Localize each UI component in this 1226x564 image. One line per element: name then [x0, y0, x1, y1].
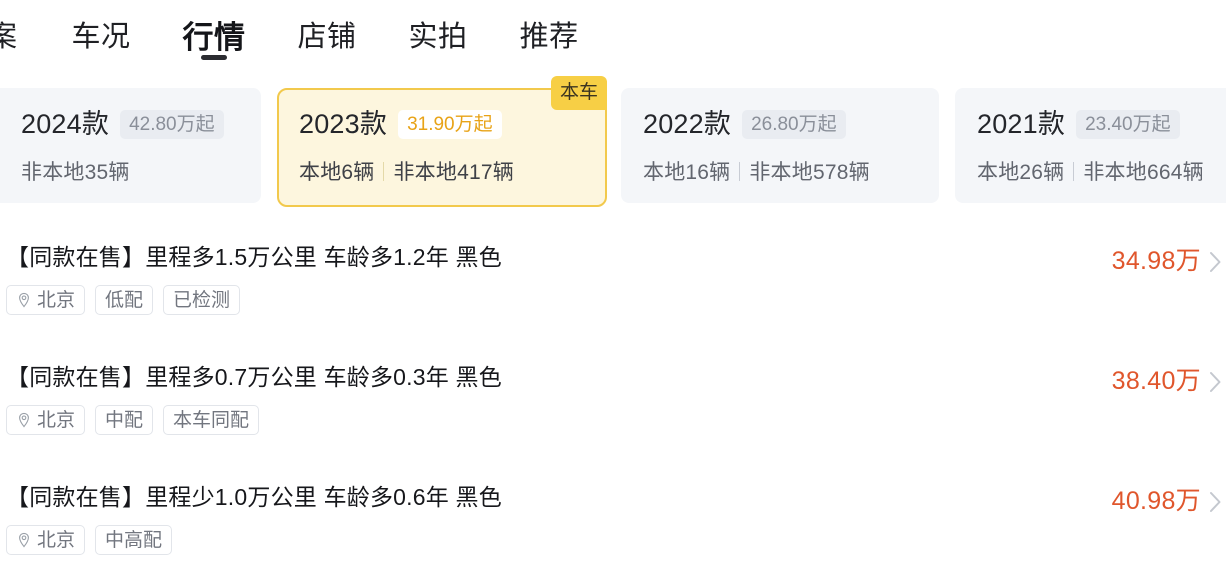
list-item[interactable]: 【同款在售】里程多1.5万公里 车龄多1.2年 黑色 北京 低配 已检测 34.… — [0, 232, 1226, 352]
tag-label: 已检测 — [173, 289, 231, 311]
listing-tags: 北京 低配 已检测 — [6, 285, 502, 315]
listing-price-area[interactable]: 40.98万 — [1112, 489, 1222, 514]
tag-label: 北京 — [37, 529, 76, 551]
year-card-header: 2022款 26.80万起 — [643, 110, 939, 139]
tag-label: 北京 — [37, 409, 76, 431]
nonlocal-count: 非本地35辆 — [21, 161, 130, 184]
listing-tags: 北京 中配 本车同配 — [6, 405, 502, 435]
local-count: 本地6辆 — [299, 161, 375, 184]
chevron-right-icon — [1209, 371, 1222, 393]
listing-tags: 北京 中高配 — [6, 525, 502, 555]
model-year-carousel[interactable]: 2024款 42.80万起 非本地35辆 本车 2023款 31.90万起 本地… — [0, 76, 1226, 208]
nonlocal-count: 非本地664辆 — [1083, 161, 1204, 184]
nonlocal-count: 非本地578辆 — [749, 161, 870, 184]
listing-price: 34.98万 — [1111, 247, 1201, 275]
tab-an[interactable]: 案 — [0, 0, 46, 74]
tag-location: 北京 — [6, 285, 86, 315]
year-card-counts: 非本地35辆 — [21, 156, 261, 186]
year-card-header: 2023款 31.90万起 — [299, 110, 605, 139]
listing-price: 38.40万 — [1111, 367, 1201, 395]
tab-label: 行情 — [182, 19, 246, 55]
chevron-right-icon — [1209, 251, 1222, 273]
nonlocal-count: 非本地417辆 — [393, 161, 514, 184]
tab-bar: 案 车况 行情 店铺 实拍 推荐 — [0, 0, 1226, 74]
tag-label: 本车同配 — [173, 409, 250, 431]
tab-hangqing[interactable]: 行情 — [157, 0, 272, 74]
local-count: 本地16辆 — [643, 161, 731, 184]
year-card-price-badge: 42.80万起 — [120, 110, 224, 139]
listing-title: 【同款在售】里程少1.0万公里 车龄多0.6年 黑色 — [6, 484, 502, 510]
year-card-header: 2021款 23.40万起 — [977, 110, 1226, 139]
tab-dianpu[interactable]: 店铺 — [272, 0, 383, 74]
year-card-counts: 本地26辆 非本地664辆 — [977, 156, 1226, 186]
tag-trim: 低配 — [95, 285, 154, 315]
tag-same-trim: 本车同配 — [163, 405, 260, 435]
count-separator — [1073, 161, 1075, 181]
own-car-badge: 本车 — [550, 76, 607, 110]
tag-trim: 中配 — [95, 405, 154, 435]
local-count: 本地26辆 — [977, 161, 1065, 184]
tab-label: 店铺 — [297, 20, 357, 53]
listing-content: 【同款在售】里程少1.0万公里 车龄多0.6年 黑色 北京 中高配 — [6, 486, 502, 555]
list-item[interactable]: 【同款在售】里程少1.0万公里 车龄多0.6年 黑色 北京 中高配 40.98万 — [0, 472, 1226, 564]
listing-title: 【同款在售】里程多1.5万公里 车龄多1.2年 黑色 — [6, 244, 502, 270]
listing-price: 40.98万 — [1111, 487, 1201, 515]
listing-price-area[interactable]: 38.40万 — [1112, 369, 1222, 394]
similar-listings-list: 【同款在售】里程多1.5万公里 车龄多1.2年 黑色 北京 低配 已检测 34.… — [0, 232, 1226, 564]
year-card-title: 2023款 — [299, 109, 388, 139]
listing-title: 【同款在售】里程多0.7万公里 车龄多0.3年 黑色 — [6, 364, 502, 390]
tag-inspected: 已检测 — [163, 285, 241, 315]
listing-price-area[interactable]: 34.98万 — [1112, 249, 1222, 274]
year-card-title: 2024款 — [21, 109, 110, 139]
list-item[interactable]: 【同款在售】里程多0.7万公里 车龄多0.3年 黑色 北京 中配 本车同配 38… — [0, 352, 1226, 472]
location-pin-icon — [16, 292, 32, 308]
location-pin-icon — [16, 532, 32, 548]
tab-label: 实拍 — [408, 20, 468, 53]
tag-label: 中高配 — [105, 529, 163, 551]
year-card-title: 2021款 — [977, 109, 1066, 139]
location-pin-icon — [16, 412, 32, 428]
year-card-2023[interactable]: 本车 2023款 31.90万起 本地6辆 非本地417辆 — [277, 76, 607, 207]
market-quotes-page: 案 车况 行情 店铺 实拍 推荐 2024款 42.80万起 非本地35辆 本车… — [0, 0, 1226, 564]
tag-location: 北京 — [6, 525, 86, 555]
year-card-price-badge: 23.40万起 — [1076, 110, 1180, 139]
chevron-right-icon — [1209, 491, 1222, 513]
year-card-title: 2022款 — [643, 109, 732, 139]
count-separator — [739, 161, 741, 181]
count-separator — [383, 161, 385, 181]
tag-label: 北京 — [37, 289, 76, 311]
tab-label: 车况 — [71, 20, 131, 53]
year-card-price-badge: 26.80万起 — [742, 110, 846, 139]
tag-trim: 中高配 — [95, 525, 173, 555]
tab-label: 推荐 — [519, 20, 579, 53]
year-card-2021[interactable]: 2021款 23.40万起 本地26辆 非本地664辆 — [955, 88, 1226, 203]
year-card-header: 2024款 42.80万起 — [21, 110, 261, 139]
tag-location: 北京 — [6, 405, 86, 435]
tab-tuijian[interactable]: 推荐 — [494, 0, 605, 74]
year-card-2022[interactable]: 2022款 26.80万起 本地16辆 非本地578辆 — [621, 88, 939, 203]
tag-label: 中配 — [105, 409, 144, 431]
year-card-counts: 本地6辆 非本地417辆 — [299, 156, 605, 186]
tab-shipai[interactable]: 实拍 — [383, 0, 494, 74]
year-card-counts: 本地16辆 非本地578辆 — [643, 156, 939, 186]
tab-chekuang[interactable]: 车况 — [46, 0, 157, 74]
year-card-2024[interactable]: 2024款 42.80万起 非本地35辆 — [0, 88, 261, 203]
year-card-price-badge: 31.90万起 — [398, 110, 502, 139]
active-tab-underline — [201, 55, 228, 60]
tag-label: 低配 — [105, 289, 144, 311]
tab-label: 案 — [0, 20, 18, 53]
listing-content: 【同款在售】里程多1.5万公里 车龄多1.2年 黑色 北京 低配 已检测 — [6, 246, 502, 315]
listing-content: 【同款在售】里程多0.7万公里 车龄多0.3年 黑色 北京 中配 本车同配 — [6, 366, 502, 435]
